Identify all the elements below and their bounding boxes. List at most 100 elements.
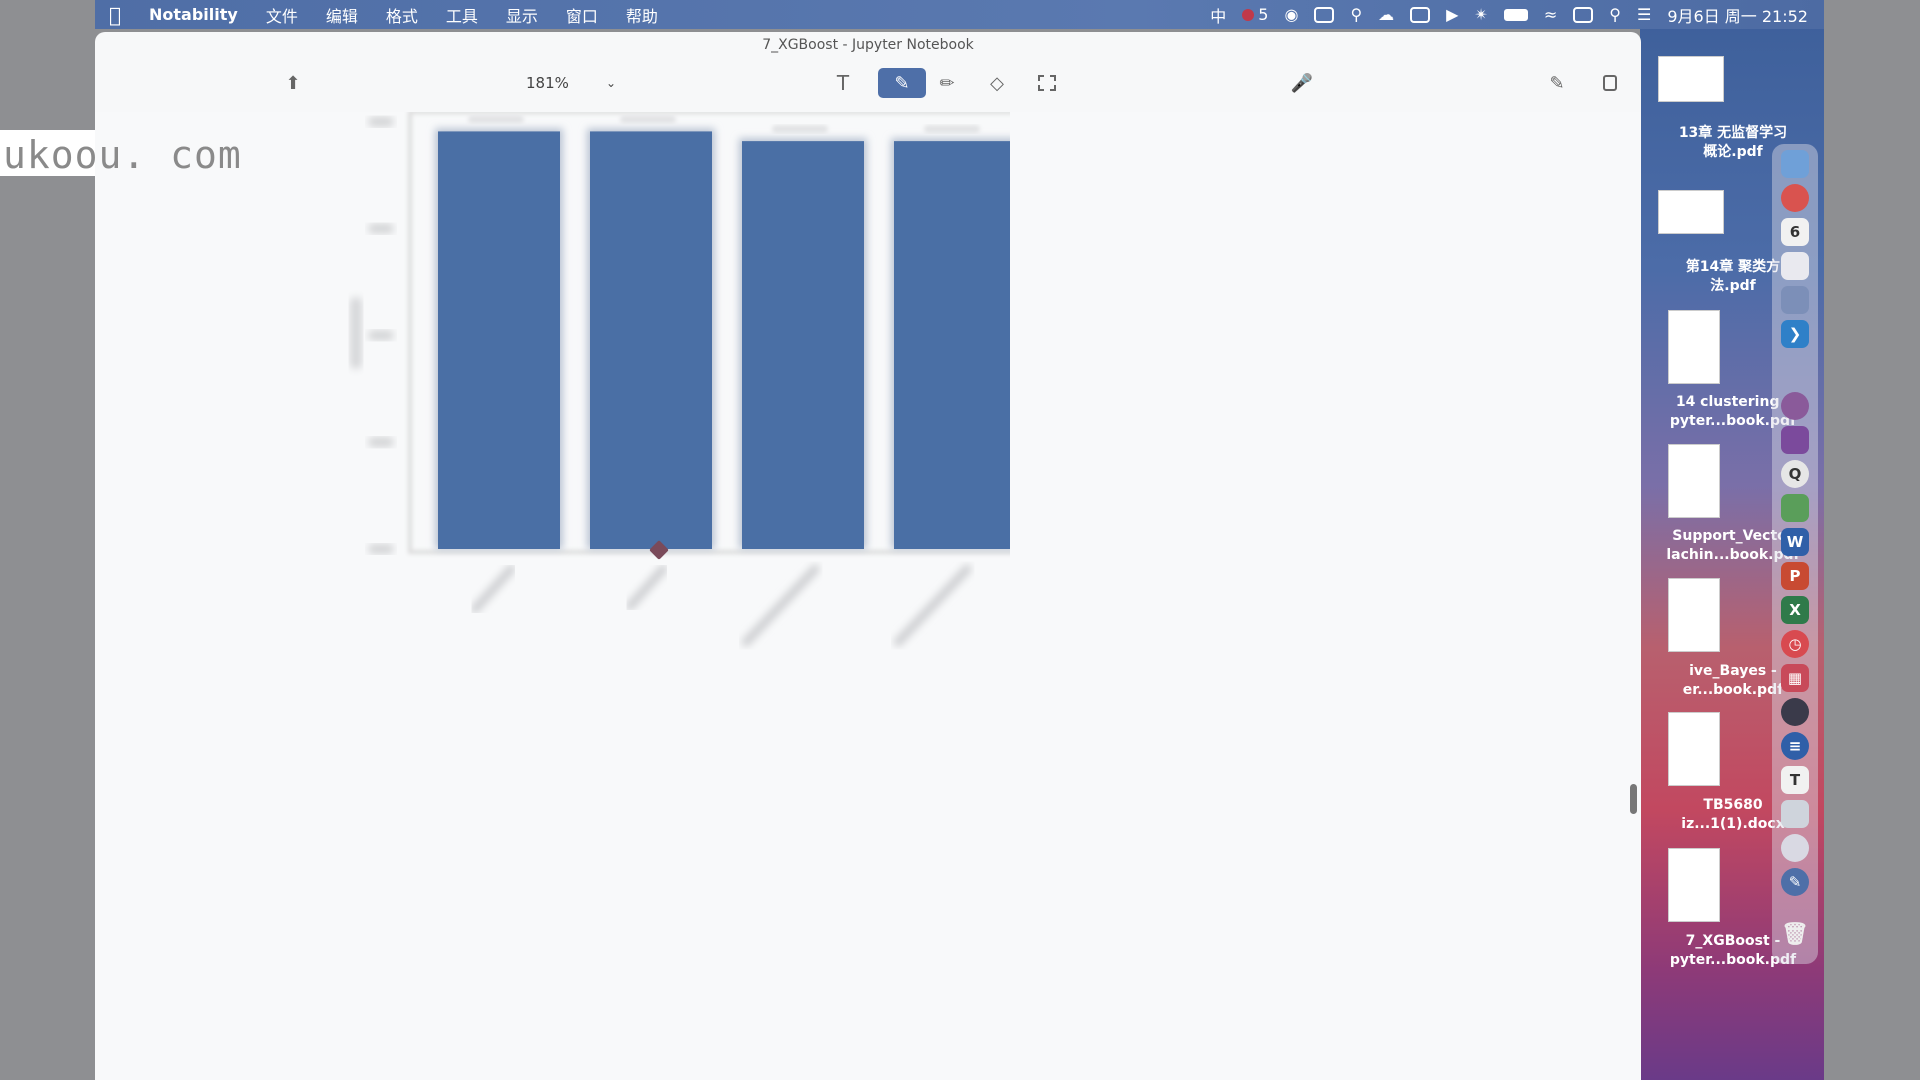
desktop-background-right bbox=[1824, 0, 1920, 1080]
app-s-icon[interactable] bbox=[1573, 6, 1594, 23]
watermark: ukoou. com bbox=[3, 133, 242, 177]
spotlight-icon[interactable]: ⚲ bbox=[1609, 5, 1621, 24]
x-tick-label bbox=[893, 564, 972, 647]
powerpoint-icon[interactable]: P bbox=[1781, 562, 1809, 590]
input-method-indicator[interactable]: 中 bbox=[1210, 3, 1226, 27]
app-icon[interactable]: ◷ bbox=[1781, 630, 1809, 658]
app-icon[interactable] bbox=[1781, 800, 1809, 828]
file-thumbnail[interactable] bbox=[1668, 712, 1720, 786]
notification-count: 5 bbox=[1258, 5, 1269, 24]
wechat-icon[interactable] bbox=[1781, 494, 1809, 522]
menu-help[interactable]: 帮助 bbox=[612, 3, 672, 27]
chevron-down-icon: ⌄ bbox=[605, 76, 616, 90]
wechat-icon[interactable]: ◉ bbox=[1284, 5, 1298, 24]
file-name-line1: 13章 无监督学习 bbox=[1678, 125, 1788, 141]
battery-icon[interactable] bbox=[1503, 8, 1528, 21]
app-icon[interactable]: ≡ bbox=[1781, 732, 1809, 760]
clock[interactable]: 9月6日 周一 21:52 bbox=[1667, 3, 1808, 27]
vertical-scrollbar[interactable] bbox=[1630, 784, 1637, 814]
menu-bar:  Notability 文件 编辑 格式 工具 显示 窗口 帮助 中 5 ◉ … bbox=[95, 0, 1824, 29]
text-tool-icon[interactable]: T bbox=[825, 68, 861, 98]
calendar-icon[interactable]: 6 bbox=[1781, 218, 1809, 246]
bar bbox=[894, 141, 1010, 549]
dock: 6 ❯ Q W P X ◷ ▦ ≡ T ✎ 🗑 bbox=[1772, 144, 1818, 964]
x-tick-label bbox=[625, 564, 668, 611]
pen-tool-icon[interactable]: ✎ bbox=[878, 68, 926, 98]
x-tick-label bbox=[470, 564, 516, 614]
chrome-icon[interactable] bbox=[1781, 184, 1809, 212]
highlighter-tool-icon[interactable]: ✏ bbox=[929, 68, 965, 98]
menu-view[interactable]: 显示 bbox=[492, 3, 552, 27]
x-tick-label bbox=[741, 564, 820, 647]
window-title: 7_XGBoost - Jupyter Notebook bbox=[762, 37, 974, 53]
zoom-selector[interactable]: 181% ⌄ bbox=[520, 68, 622, 98]
word-icon[interactable]: W bbox=[1781, 528, 1809, 556]
share-icon[interactable]: ⬆ bbox=[278, 68, 308, 98]
finder-icon[interactable] bbox=[1781, 150, 1809, 178]
trash-icon[interactable]: 🗑 bbox=[1781, 920, 1809, 948]
bluetooth-icon[interactable]: ✴ bbox=[1474, 5, 1487, 24]
notability-window: 7_XGBoost - Jupyter Notebook ⬆ 181% ⌄ T … bbox=[95, 32, 1641, 1080]
data-label bbox=[620, 115, 676, 124]
apple-icon[interactable]:  bbox=[95, 3, 135, 27]
file-thumbnail[interactable] bbox=[1658, 190, 1724, 234]
window-icon[interactable] bbox=[1410, 6, 1431, 23]
app-icon[interactable] bbox=[1781, 834, 1809, 862]
qq-icon[interactable]: Q bbox=[1781, 460, 1809, 488]
y-tick-label bbox=[368, 544, 394, 554]
file-thumbnail[interactable] bbox=[1668, 848, 1720, 922]
lasso-tool-icon[interactable] bbox=[1029, 68, 1065, 98]
file-thumbnail[interactable] bbox=[1668, 578, 1720, 652]
excel-icon[interactable]: X bbox=[1781, 596, 1809, 624]
github-icon[interactable] bbox=[1781, 698, 1809, 726]
search-tool-icon[interactable]: ⚲ bbox=[1350, 5, 1362, 24]
app-icon[interactable]: ▦ bbox=[1781, 664, 1809, 692]
control-center-icon[interactable]: ☰ bbox=[1637, 5, 1651, 24]
y-tick-label bbox=[368, 223, 394, 234]
menu-file[interactable]: 文件 bbox=[252, 3, 312, 27]
menu-format[interactable]: 格式 bbox=[372, 3, 432, 27]
data-label bbox=[772, 125, 828, 134]
bar-chart bbox=[350, 112, 1010, 647]
photos-icon[interactable] bbox=[1781, 286, 1809, 314]
bar bbox=[590, 131, 712, 549]
app-icon[interactable] bbox=[1781, 426, 1809, 454]
zoom-value: 181% bbox=[526, 74, 569, 92]
app-icon[interactable] bbox=[1781, 392, 1809, 420]
menu-tools[interactable]: 工具 bbox=[432, 3, 492, 27]
notability-icon[interactable]: ✎ bbox=[1781, 868, 1809, 896]
app-status-icon[interactable] bbox=[1314, 6, 1335, 23]
app-menu[interactable]: Notability bbox=[135, 5, 252, 24]
y-tick-label bbox=[368, 116, 394, 127]
eraser-tool-icon[interactable]: ◇ bbox=[979, 68, 1015, 98]
bars bbox=[435, 115, 1010, 549]
file-thumbnail[interactable] bbox=[1668, 444, 1720, 518]
bar bbox=[438, 131, 560, 549]
cloud-icon[interactable]: ☁ bbox=[1378, 5, 1394, 24]
play-icon[interactable]: ▶ bbox=[1446, 5, 1458, 24]
record-dot-icon bbox=[1242, 8, 1255, 21]
edit-icon[interactable]: ✎ bbox=[1542, 68, 1572, 98]
preview-icon[interactable] bbox=[1781, 252, 1809, 280]
y-axis-ticks bbox=[368, 116, 394, 554]
file-thumbnail[interactable] bbox=[1668, 310, 1720, 384]
x-axis-labels bbox=[470, 564, 972, 647]
y-axis-label bbox=[350, 297, 362, 369]
pages-icon[interactable] bbox=[1595, 68, 1625, 98]
typora-icon[interactable]: T bbox=[1781, 766, 1809, 794]
menu-edit[interactable]: 编辑 bbox=[312, 3, 372, 27]
file-thumbnail[interactable] bbox=[1658, 56, 1724, 102]
y-tick-label bbox=[368, 437, 394, 448]
menu-window[interactable]: 窗口 bbox=[552, 3, 612, 27]
data-label bbox=[468, 115, 524, 124]
y-tick-label bbox=[368, 330, 394, 341]
microphone-icon[interactable]: 🎤 bbox=[1287, 68, 1317, 98]
notification-badge[interactable]: 5 bbox=[1242, 5, 1268, 24]
vscode-icon[interactable]: ❯ bbox=[1781, 320, 1809, 348]
desktop:  Notability 文件 编辑 格式 工具 显示 窗口 帮助 中 5 ◉ … bbox=[0, 0, 1920, 1080]
data-label bbox=[924, 125, 980, 134]
menu-bar-extras: 中 5 ◉ ⚲ ☁ ▶ ✴ ≈ ⚲ ☰ 9月6日 周一 21:52 bbox=[1210, 0, 1808, 29]
toolbar: ⬆ 181% ⌄ T ✎ ✏ ◇ 🎤 ✎ bbox=[95, 58, 1641, 112]
note-canvas[interactable] bbox=[95, 112, 1641, 1080]
wifi-icon[interactable]: ≈ bbox=[1544, 5, 1557, 24]
